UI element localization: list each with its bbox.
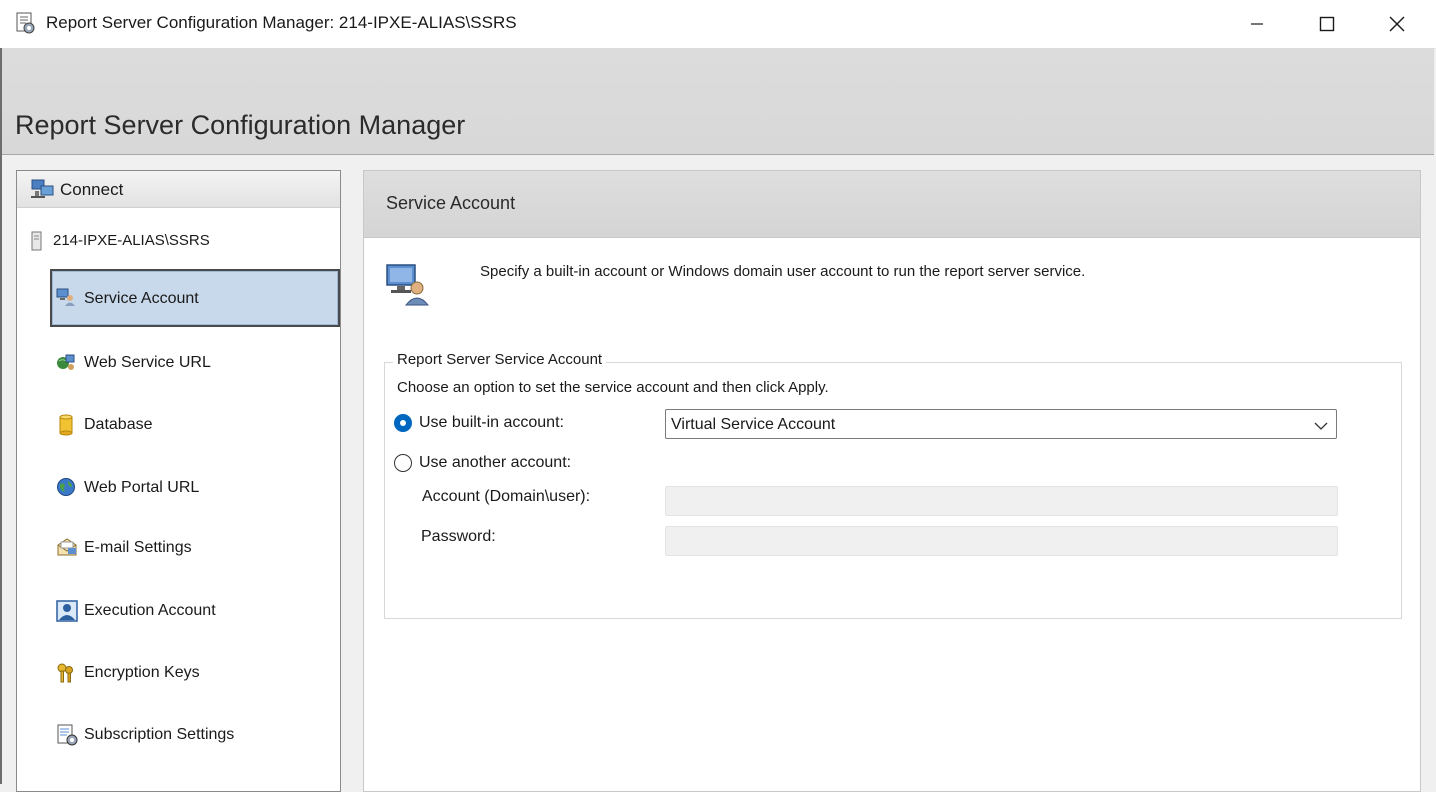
maximize-icon (1319, 16, 1335, 32)
nav-item-label: E-mail Settings (84, 539, 192, 556)
keys-icon (56, 662, 76, 683)
password-field-label: Password: (421, 528, 496, 545)
banner-heading: Report Server Configuration Manager (15, 110, 466, 140)
minimize-button[interactable] (1222, 0, 1292, 48)
builtin-account-radio[interactable] (394, 414, 412, 432)
close-button[interactable] (1362, 0, 1432, 48)
service-account-group: Report Server Service Account Choose an … (384, 351, 1402, 619)
nav-item-label: Execution Account (84, 602, 216, 619)
content-pane: Service Account Specify a built-in accou… (363, 170, 1421, 792)
database-icon (56, 414, 76, 436)
nav-item-encryption-keys[interactable]: Encryption Keys (50, 644, 337, 700)
content-header: Service Account (364, 171, 1420, 238)
maximize-button[interactable] (1292, 0, 1362, 48)
server-node[interactable]: 214-IPXE-ALIAS\SSRS (17, 229, 337, 253)
web-service-url-icon (56, 352, 76, 372)
email-icon (56, 537, 77, 557)
globe-icon (56, 477, 76, 497)
group-legend: Report Server Service Account (393, 351, 607, 368)
navigation-pane: Connect 214-IPXE-ALIAS\SSRS Service Acco… (16, 170, 341, 792)
minimize-icon (1251, 23, 1263, 25)
nav-item-web-service-url[interactable]: Web Service URL (50, 334, 337, 390)
service-account-large-icon (385, 261, 431, 312)
execution-account-icon (56, 600, 78, 622)
server-icon (30, 231, 44, 256)
connect-button[interactable]: Connect (17, 171, 340, 208)
another-account-label[interactable]: Use another account: (419, 454, 571, 472)
nav-item-service-account[interactable]: Service Account (50, 269, 340, 327)
app-icon (14, 11, 36, 35)
close-icon (1389, 16, 1405, 32)
subscription-icon (56, 724, 78, 746)
nav-item-label: Subscription Settings (84, 726, 235, 743)
account-field[interactable] (665, 486, 1338, 516)
builtin-account-label[interactable]: Use built-in account: (419, 414, 564, 432)
another-account-radio[interactable] (394, 454, 412, 472)
account-field-label: Account (Domain\user): (422, 488, 591, 505)
password-field[interactable] (665, 526, 1338, 556)
title-bar: Report Server Configuration Manager: 214… (0, 0, 1436, 49)
group-instructions: Choose an option to set the service acco… (397, 379, 829, 396)
app-banner: Report Server Configuration Manager (2, 48, 1434, 155)
window-title: Report Server Configuration Manager: 214… (46, 13, 517, 32)
nav-item-label: Database (84, 416, 153, 433)
nav-item-label: Service Account (84, 290, 199, 307)
nav-item-subscription-settings[interactable]: Subscription Settings (50, 706, 337, 762)
nav-item-label: Web Service URL (84, 354, 211, 371)
connect-icon (31, 179, 55, 204)
page-description: Specify a built-in account or Windows do… (480, 263, 1086, 280)
chevron-down-icon (1314, 418, 1328, 436)
server-name: 214-IPXE-ALIAS\SSRS (53, 232, 210, 249)
service-account-icon (56, 287, 76, 307)
content-title: Service Account (386, 193, 516, 213)
window-left-edge (0, 48, 2, 784)
builtin-account-dropdown[interactable]: Virtual Service Account (665, 409, 1337, 439)
nav-item-database[interactable]: Database (50, 396, 337, 452)
nav-item-web-portal-url[interactable]: Web Portal URL (50, 459, 337, 515)
builtin-account-value: Virtual Service Account (671, 416, 836, 433)
nav-item-execution-account[interactable]: Execution Account (50, 582, 337, 638)
nav-item-label: Web Portal URL (84, 479, 200, 496)
nav-item-label: Encryption Keys (84, 664, 200, 681)
nav-item-email-settings[interactable]: E-mail Settings (50, 519, 337, 575)
connect-label: Connect (60, 180, 124, 199)
